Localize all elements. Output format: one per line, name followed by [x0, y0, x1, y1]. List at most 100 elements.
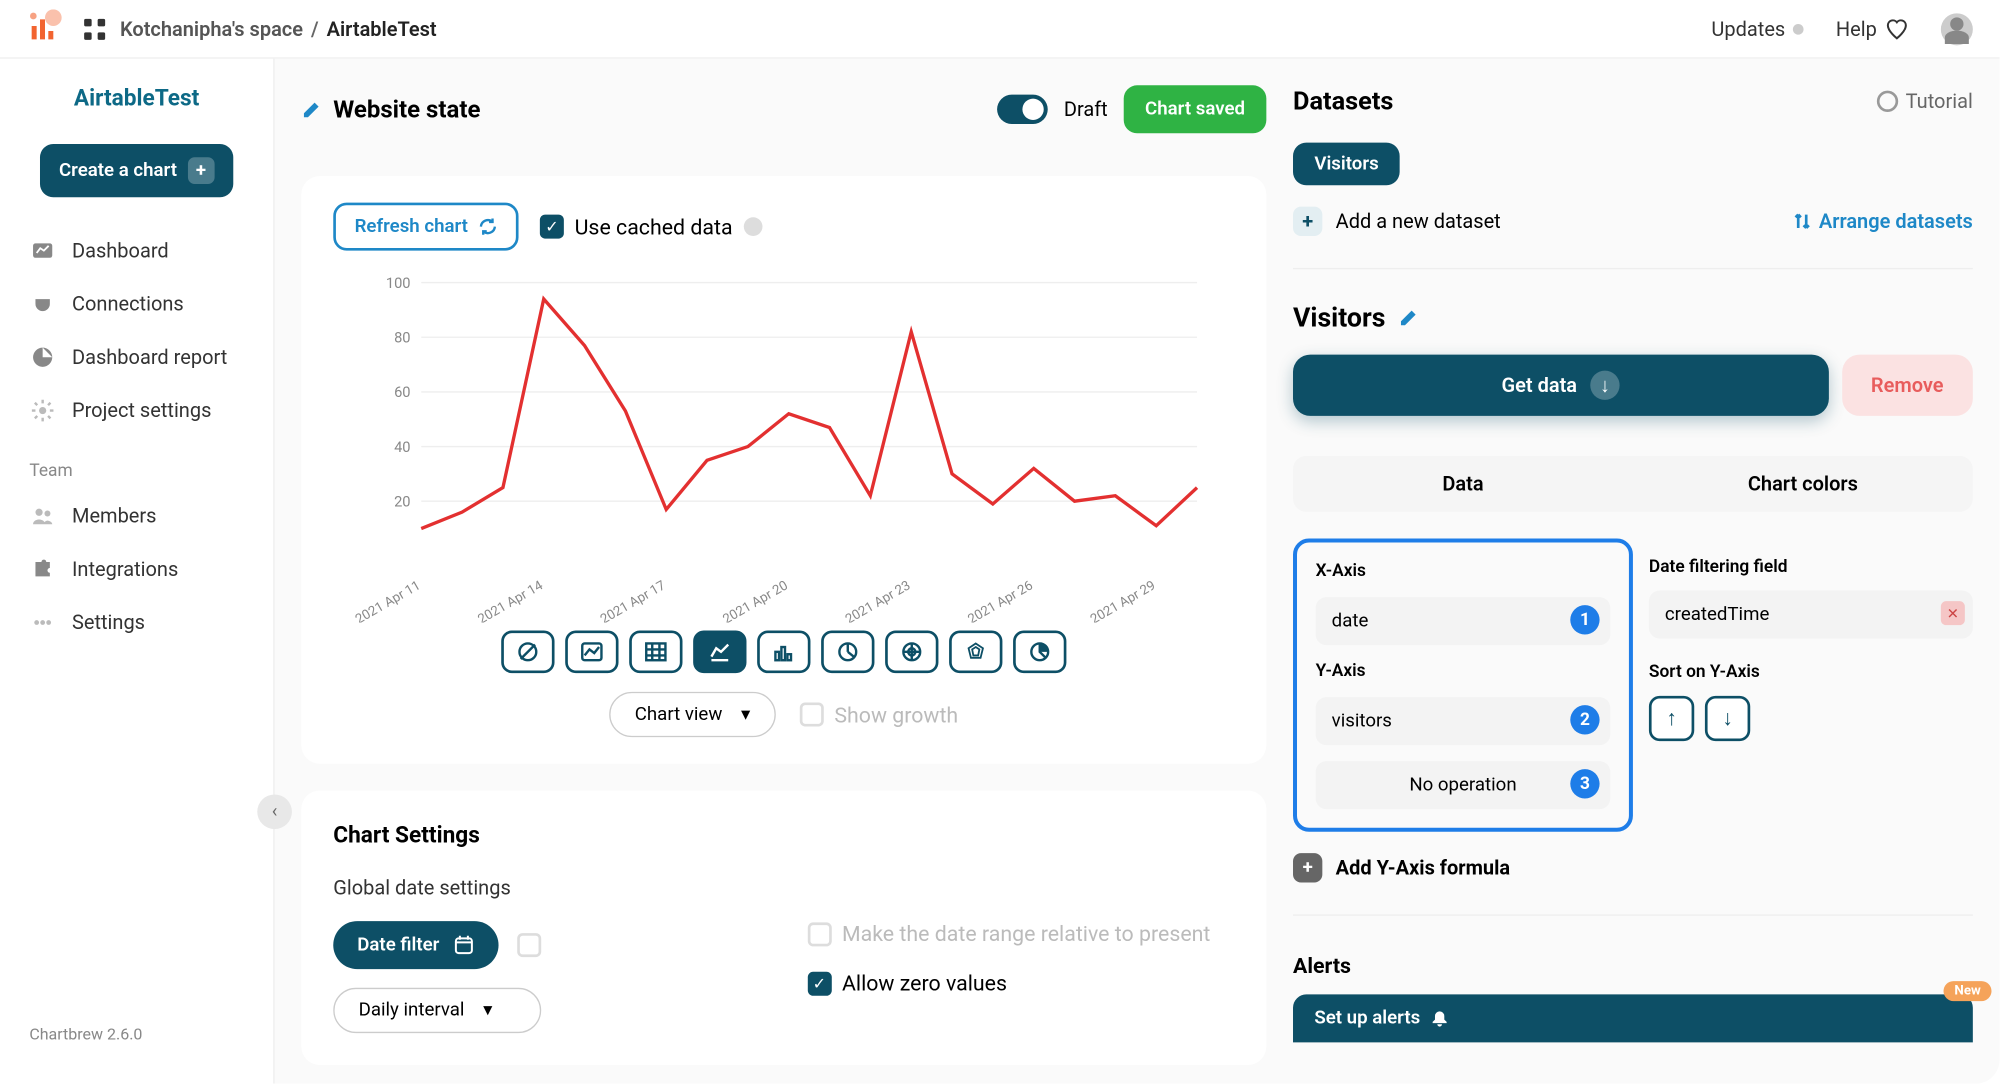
chart-type-row: [333, 631, 1234, 674]
collapse-sidebar-button[interactable]: ‹: [257, 794, 292, 829]
relative-checkbox[interactable]: [807, 922, 831, 946]
date-filtering-label: Date filtering field: [1649, 557, 1973, 577]
date-filtering-select[interactable]: createdTime ✕: [1649, 591, 1973, 639]
svg-text:2021 Apr 29: 2021 Apr 29: [1088, 578, 1158, 622]
svg-text:60: 60: [394, 383, 410, 401]
tutorial-label: Tutorial: [1906, 89, 1973, 113]
dataset-name: Visitors: [1293, 301, 1385, 333]
compass-icon: [1876, 90, 1897, 111]
sidebar-item-project-settings[interactable]: Project settings: [0, 384, 273, 437]
sidebar-item-dashboard-report[interactable]: Dashboard report: [0, 331, 273, 384]
chart-type-bar[interactable]: [757, 631, 810, 674]
dots-icon: [29, 609, 56, 636]
sidebar-item-label: Settings: [72, 611, 145, 635]
chart-type-donut[interactable]: [821, 631, 874, 674]
chart-type-line[interactable]: [565, 631, 618, 674]
gear-icon: [29, 397, 56, 424]
pencil-icon[interactable]: [301, 99, 322, 120]
puzzle-icon: [29, 556, 56, 583]
plus-icon: +: [1293, 207, 1322, 236]
x-axis-value: date: [1332, 611, 1369, 632]
dataset-pill-visitors[interactable]: Visitors: [1293, 143, 1400, 186]
draft-toggle[interactable]: [997, 95, 1048, 124]
info-icon[interactable]: [743, 217, 762, 236]
sidebar-item-members[interactable]: Members: [0, 489, 273, 542]
updates-link[interactable]: Updates: [1711, 17, 1803, 41]
breadcrumb-project[interactable]: AirtableTest: [327, 17, 437, 41]
chart-saved-button[interactable]: Chart saved: [1124, 85, 1267, 133]
y-axis-value: visitors: [1332, 710, 1392, 731]
sidebar-item-label: Project settings: [72, 399, 211, 423]
pencil-icon[interactable]: [1399, 307, 1420, 328]
date-filter-button[interactable]: Date filter: [333, 921, 498, 969]
date-filtering-value: createdTime: [1665, 604, 1769, 625]
sidebar-item-connections[interactable]: Connections: [0, 277, 273, 330]
operation-select[interactable]: No operation 3: [1316, 761, 1611, 809]
chart-type-polar[interactable]: [949, 631, 1002, 674]
chart-type-pie[interactable]: [1013, 631, 1066, 674]
interval-select[interactable]: Daily interval ▾: [333, 988, 540, 1033]
project-title: AirtableTest: [0, 85, 273, 112]
create-chart-button[interactable]: Create a chart +: [40, 144, 233, 197]
y-axis-select[interactable]: visitors 2: [1316, 697, 1611, 745]
sidebar-item-label: Dashboard report: [72, 345, 227, 369]
date-filter-checkbox[interactable]: [517, 933, 541, 957]
x-axis-select[interactable]: date1: [1316, 597, 1611, 645]
add-yaxis-formula-button[interactable]: + Add Y-Axis formula: [1293, 853, 1973, 882]
close-icon[interactable]: ✕: [1941, 601, 1965, 625]
avatar[interactable]: [1941, 13, 1973, 45]
sidebar-item-dashboard[interactable]: Dashboard: [0, 224, 273, 277]
tab-data[interactable]: Data: [1293, 456, 1633, 512]
refresh-icon: [479, 217, 498, 236]
chart-view-select[interactable]: Chart view▾: [609, 692, 775, 737]
plug-icon: [29, 291, 56, 318]
logo: [27, 9, 67, 49]
x-axis-label: X-Axis: [1316, 561, 1611, 581]
help-link[interactable]: Help: [1836, 17, 1909, 41]
apps-icon[interactable]: [83, 17, 107, 41]
refresh-chart-button[interactable]: Refresh chart: [333, 203, 518, 251]
add-dataset-label: Add a new dataset: [1336, 209, 1501, 233]
sidebar-item-integrations[interactable]: Integrations: [0, 543, 273, 596]
add-dataset-button[interactable]: + Add a new dataset: [1293, 207, 1501, 236]
arrange-datasets-link[interactable]: Arrange datasets: [1792, 209, 1973, 233]
svg-text:40: 40: [394, 438, 410, 456]
chart-view-label: Chart view: [635, 704, 723, 725]
plus-icon: +: [1293, 853, 1322, 882]
chart-type-radar[interactable]: [885, 631, 938, 674]
operation-value: No operation: [1409, 774, 1516, 795]
sidebar-item-label: Dashboard: [72, 239, 169, 263]
allow-zero-checkbox[interactable]: ✓: [807, 971, 831, 995]
breadcrumb-sep: /: [311, 17, 319, 41]
remove-button[interactable]: Remove: [1842, 355, 1973, 416]
interval-label: Daily interval: [359, 1000, 465, 1021]
pie-icon: [29, 344, 56, 371]
date-filter-label: Date filter: [357, 934, 439, 955]
draft-label: Draft: [1064, 97, 1108, 121]
sort-asc-button[interactable]: ↑: [1649, 696, 1694, 741]
chart-settings-card: Chart Settings Global date settings Date…: [301, 790, 1266, 1065]
annotation-2: 2: [1570, 705, 1599, 734]
sort-desc-button[interactable]: ↓: [1705, 696, 1750, 741]
svg-text:2021 Apr 26: 2021 Apr 26: [966, 578, 1036, 622]
sidebar: AirtableTest Create a chart + Dashboard …: [0, 59, 275, 1084]
setup-alerts-button[interactable]: Set up alerts New: [1293, 994, 1973, 1042]
datasets-title: Datasets: [1293, 85, 1393, 116]
caret-down-icon: ▾: [483, 1000, 492, 1021]
chart-type-none[interactable]: [501, 631, 554, 674]
chart-type-area[interactable]: [693, 631, 746, 674]
annotation-3: 3: [1570, 769, 1599, 798]
get-data-button[interactable]: Get data↓: [1293, 355, 1828, 416]
use-cached-checkbox[interactable]: ✓: [540, 215, 564, 239]
chart-type-table[interactable]: [629, 631, 682, 674]
datasets-panel: Datasets Tutorial Visitors + Add a new da…: [1293, 85, 1973, 1057]
refresh-label: Refresh chart: [355, 216, 468, 237]
breadcrumb-space[interactable]: Kotchanipha's space: [120, 17, 303, 41]
show-growth-checkbox[interactable]: [800, 702, 824, 726]
tab-chart-colors[interactable]: Chart colors: [1633, 456, 1973, 512]
svg-text:2021 Apr 17: 2021 Apr 17: [598, 578, 668, 622]
help-label: Help: [1836, 17, 1877, 41]
tutorial-link[interactable]: Tutorial: [1876, 89, 1972, 113]
sidebar-item-settings[interactable]: Settings: [0, 596, 273, 649]
status-dot-icon: [1793, 23, 1804, 34]
